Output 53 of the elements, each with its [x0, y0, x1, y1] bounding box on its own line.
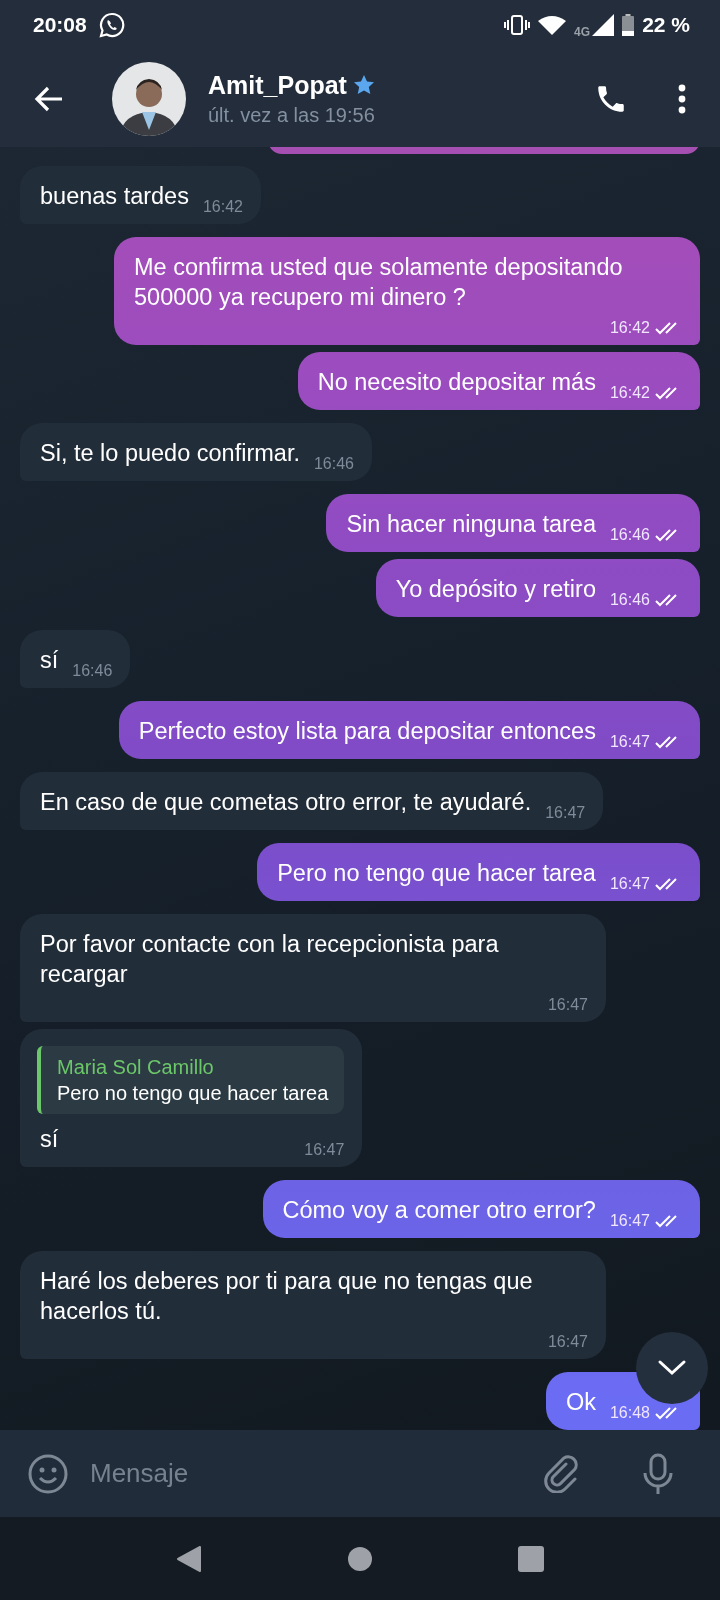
message-time: 16:48	[609, 1403, 650, 1423]
message-text: En caso de que cometas otro error, te ayudaré.	[40, 788, 532, 817]
message-time: 16:42	[202, 197, 243, 217]
message-text: sí	[40, 646, 59, 675]
message-text: buenas tardes	[40, 182, 189, 211]
quoted-text: Pero no tengo que hacer tarea	[57, 1081, 329, 1106]
message-text: sí	[40, 1125, 59, 1154]
message-time: 16:47	[304, 1140, 345, 1160]
message-text: Haré los deberes por ti para que no tengas que hacerlos tú.	[40, 1267, 534, 1326]
quoted-sender: Maria Sol Camillo	[57, 1055, 215, 1080]
message-text: Ok	[565, 1388, 596, 1417]
contact-name: Amit_Popat	[208, 70, 347, 100]
clock: 20:08	[33, 13, 87, 37]
message-text: Por favor contacte con la recepcionista para recargar	[40, 930, 500, 989]
message-text: Me confirma usted que solamente depositando 500000 ya recupero mi dinero ?	[134, 253, 624, 312]
more-options-icon[interactable]	[678, 83, 686, 114]
message-text: Yo depósito y retiro	[395, 575, 596, 604]
message-field[interactable]: Mensaje	[90, 1453, 522, 1494]
back-nav-icon[interactable]	[176, 1544, 202, 1573]
message-time: 16:47	[609, 732, 650, 752]
chevron-down-icon	[657, 1359, 687, 1377]
message-time: 16:46	[313, 454, 354, 474]
message-text: Si, te lo puedo confirmar.	[40, 439, 300, 468]
message-time: 16:46	[72, 661, 113, 681]
last-seen: últ. vez a las 19:56	[208, 103, 376, 127]
message-text: Sin hacer ninguna tarea	[346, 510, 596, 539]
reply-quote[interactable]: Maria Sol Camillo Pero no tengo que hacer tarea	[37, 1046, 345, 1114]
message-text: No necesito depositar más	[317, 368, 596, 397]
message-time: 16:47	[609, 1211, 650, 1231]
message-text: Pero no tengo que hacer tarea	[277, 859, 596, 888]
message-text: Cómo voy a comer otro error?	[282, 1196, 596, 1225]
microphone-icon[interactable]	[642, 1452, 674, 1495]
signal-icon	[592, 14, 615, 36]
message-time: 16:46	[609, 525, 650, 545]
message-time: 16:42	[609, 318, 650, 338]
battery-icon	[622, 14, 635, 36]
message-text: Perfecto estoy lista para depositar entonces	[138, 717, 596, 746]
battery-level: 22 %	[642, 13, 690, 37]
message-time: 16:42	[609, 383, 650, 403]
network-type: 4G	[574, 25, 591, 39]
message-time: 16:47	[547, 995, 588, 1015]
wifi-icon	[538, 15, 567, 35]
message-time: 16:47	[609, 874, 650, 894]
message-time: 16:46	[609, 590, 650, 610]
vibrate-icon	[504, 15, 531, 35]
message-time: 16:47	[547, 1332, 588, 1352]
chat-app-icon	[98, 12, 125, 38]
back-arrow-icon[interactable]	[34, 85, 64, 112]
recents-nav-icon[interactable]	[518, 1545, 544, 1572]
message-time: 16:47	[545, 803, 586, 823]
paperclip-icon[interactable]	[544, 1454, 580, 1493]
emoji-icon[interactable]	[28, 1453, 68, 1494]
home-nav-icon[interactable]	[347, 1545, 373, 1572]
